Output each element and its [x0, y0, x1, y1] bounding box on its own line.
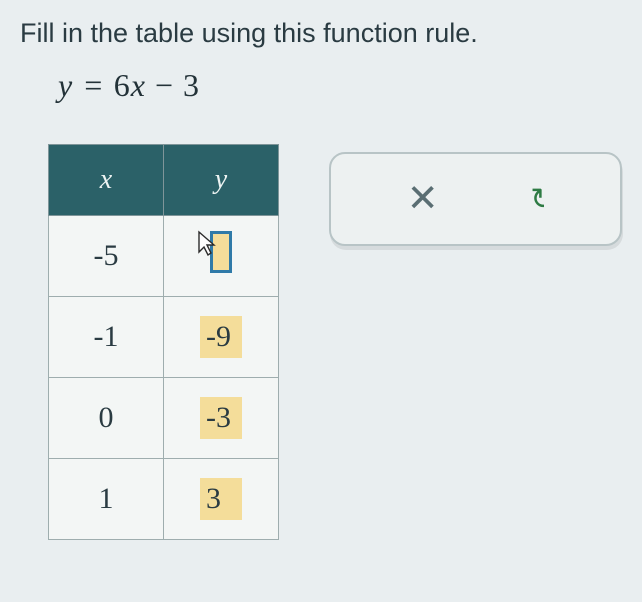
x-cell: 1 [49, 459, 164, 540]
answer-input-blank[interactable] [210, 231, 232, 273]
table-header-row: x y [49, 145, 279, 216]
x-cell: 0 [49, 378, 164, 459]
x-cell: -5 [49, 216, 164, 297]
table-row: -1 -9 [49, 297, 279, 378]
x-value: -1 [94, 320, 119, 353]
y-cell[interactable]: 3 [164, 459, 279, 540]
x-value: -5 [94, 239, 119, 272]
const-b: 3 [183, 67, 200, 103]
equals-sign: = [82, 67, 114, 103]
function-table: x y -5 -1 -9 0 -3 1 3 [48, 144, 279, 540]
x-value: 1 [99, 482, 114, 515]
col-header-y: y [164, 145, 279, 216]
col-header-x: x [49, 145, 164, 216]
x-cell: -1 [49, 297, 164, 378]
y-cell[interactable]: -3 [164, 378, 279, 459]
answer-value[interactable]: 3 [200, 478, 242, 520]
x-value: 0 [99, 401, 114, 434]
table-row: 1 3 [49, 459, 279, 540]
table-row: 0 -3 [49, 378, 279, 459]
instruction-text: Fill in the table using this function ru… [20, 18, 622, 49]
answer-value[interactable]: -3 [200, 397, 242, 439]
y-cell[interactable]: -9 [164, 297, 279, 378]
table-row: -5 [49, 216, 279, 297]
y-cell-input[interactable] [164, 216, 279, 297]
feedback-panel: ✕ ↻ [329, 152, 622, 246]
formula-var: x [131, 67, 146, 103]
function-rule: y = 6x − 3 [58, 67, 622, 104]
coef-a: 6 [114, 67, 131, 103]
minus-sign: − [155, 67, 183, 103]
formula-lhs: y [58, 67, 73, 103]
redo-icon[interactable]: ↻ [530, 182, 544, 217]
wrong-icon[interactable]: ✕ [407, 180, 439, 218]
answer-value[interactable]: -9 [200, 316, 242, 358]
